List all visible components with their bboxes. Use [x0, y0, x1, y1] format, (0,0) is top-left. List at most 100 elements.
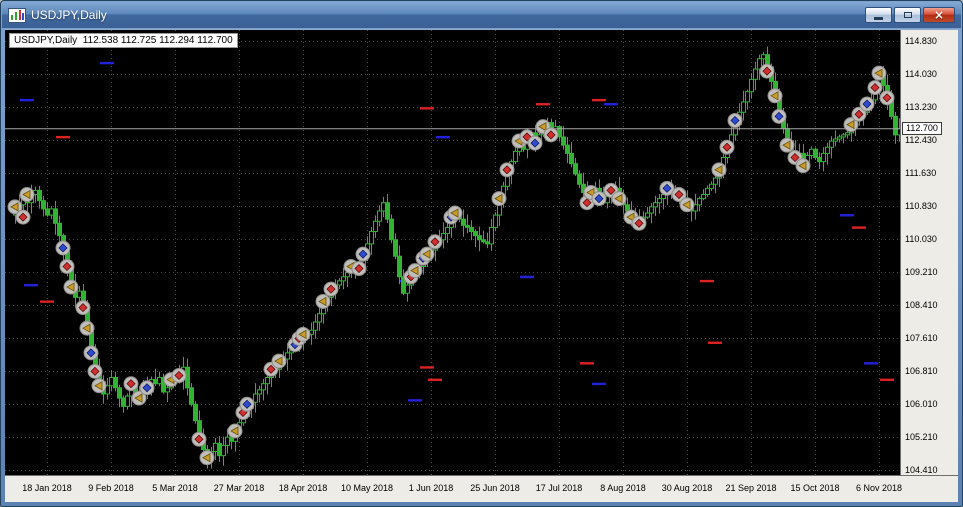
trade-marker[interactable] [227, 423, 243, 439]
chart-plot[interactable]: USDJPY,Daily 112.538 112.725 112.294 112… [5, 30, 900, 475]
trade-level-dash [428, 378, 442, 381]
candle [41, 200, 46, 210]
trade-marker[interactable] [271, 353, 287, 369]
date-tick-label: 27 Mar 2018 [213, 483, 265, 493]
date-tick-label: 21 Sep 2018 [725, 483, 777, 493]
trade-marker[interactable] [139, 380, 155, 396]
trade-marker[interactable] [91, 378, 107, 394]
minimize-button[interactable] [865, 7, 892, 23]
trade-marker[interactable] [123, 376, 139, 392]
trade-marker[interactable] [83, 345, 99, 361]
candle [405, 284, 410, 294]
trade-marker[interactable] [15, 209, 31, 225]
trade-marker[interactable] [871, 65, 887, 81]
trade-marker[interactable] [171, 367, 187, 383]
candle [125, 395, 130, 407]
candle [53, 208, 58, 224]
price-axis[interactable]: 114.830 114.030 113.230 112.430 111.630 110.8… [900, 30, 958, 475]
trade-marker[interactable] [323, 281, 339, 297]
candle [489, 226, 494, 245]
trade-marker[interactable] [867, 80, 883, 96]
trade-level-dash [580, 362, 594, 365]
price-tick-label: 108.410 [905, 300, 938, 311]
trade-marker[interactable] [351, 261, 367, 277]
titlebar[interactable]: USDJPY,Daily × [2, 2, 961, 28]
trade-marker[interactable] [315, 293, 331, 309]
candle [809, 148, 814, 156]
close-icon: × [933, 8, 945, 22]
candle [749, 78, 754, 93]
trade-marker[interactable] [779, 137, 795, 153]
candle [165, 387, 170, 393]
candle [477, 235, 482, 241]
trade-marker[interactable] [543, 127, 559, 143]
candle [189, 387, 194, 405]
price-tick-label: 105.210 [905, 431, 938, 442]
trade-marker[interactable] [239, 396, 255, 412]
trade-marker[interactable] [19, 187, 35, 203]
trade-marker[interactable] [759, 63, 775, 79]
trade-marker[interactable] [591, 191, 607, 207]
trade-marker[interactable] [407, 263, 423, 279]
trade-marker[interactable] [79, 320, 95, 336]
price-tick-label: 104.410 [905, 464, 938, 475]
trade-marker[interactable] [795, 158, 811, 174]
trade-marker[interactable] [611, 191, 627, 207]
trade-level-dash [520, 275, 534, 279]
candle [113, 377, 118, 389]
candle [213, 442, 218, 453]
trade-marker[interactable] [199, 450, 215, 466]
trade-marker[interactable] [499, 162, 515, 178]
candle [645, 212, 650, 218]
candle [313, 321, 318, 331]
close-button[interactable]: × [923, 7, 955, 23]
price-tick-label: 112.430 [905, 134, 937, 145]
trade-level-dash [408, 399, 422, 402]
trade-marker[interactable] [55, 240, 71, 256]
trade-marker[interactable] [859, 96, 875, 112]
trade-marker[interactable] [527, 135, 543, 151]
trade-marker[interactable] [771, 108, 787, 124]
candle [705, 187, 710, 196]
candle [441, 233, 446, 241]
trade-marker[interactable] [295, 326, 311, 342]
candle [157, 377, 162, 385]
candle [373, 220, 378, 233]
candle [697, 198, 702, 206]
trade-marker[interactable] [75, 300, 91, 316]
trade-level-dash [20, 98, 34, 102]
trade-marker[interactable] [447, 205, 463, 221]
trade-marker[interactable] [679, 197, 695, 213]
candle [821, 152, 826, 163]
candle [577, 173, 582, 185]
trade-marker[interactable] [191, 431, 207, 447]
candle [833, 138, 838, 142]
candle [341, 276, 346, 282]
trade-marker[interactable] [491, 191, 507, 207]
trade-level-dash [56, 135, 70, 139]
trade-marker[interactable] [59, 258, 75, 274]
trade-marker[interactable] [727, 112, 743, 128]
trade-marker[interactable] [419, 246, 435, 262]
trade-marker[interactable] [711, 162, 727, 178]
candle [217, 442, 222, 457]
candle [389, 218, 394, 241]
trade-level-dash [840, 214, 854, 217]
trade-marker[interactable] [767, 88, 783, 104]
minimize-icon [874, 17, 883, 20]
date-tick-label: 5 Mar 2018 [152, 483, 198, 493]
trade-marker[interactable] [87, 363, 103, 379]
restore-button[interactable] [894, 7, 921, 23]
candle [837, 136, 842, 140]
candle [109, 377, 114, 387]
candle [709, 183, 714, 189]
trade-marker[interactable] [427, 234, 443, 250]
trade-marker[interactable] [63, 279, 79, 295]
trade-marker[interactable] [355, 246, 371, 262]
time-axis[interactable]: 18 Jan 2018 9 Feb 2018 5 Mar 2018 27 Mar 20… [5, 475, 958, 502]
trade-marker[interactable] [719, 139, 735, 155]
trade-marker[interactable] [879, 90, 895, 106]
window-title: USDJPY,Daily [31, 8, 107, 22]
trade-marker[interactable] [631, 215, 647, 231]
restore-icon [903, 12, 912, 18]
